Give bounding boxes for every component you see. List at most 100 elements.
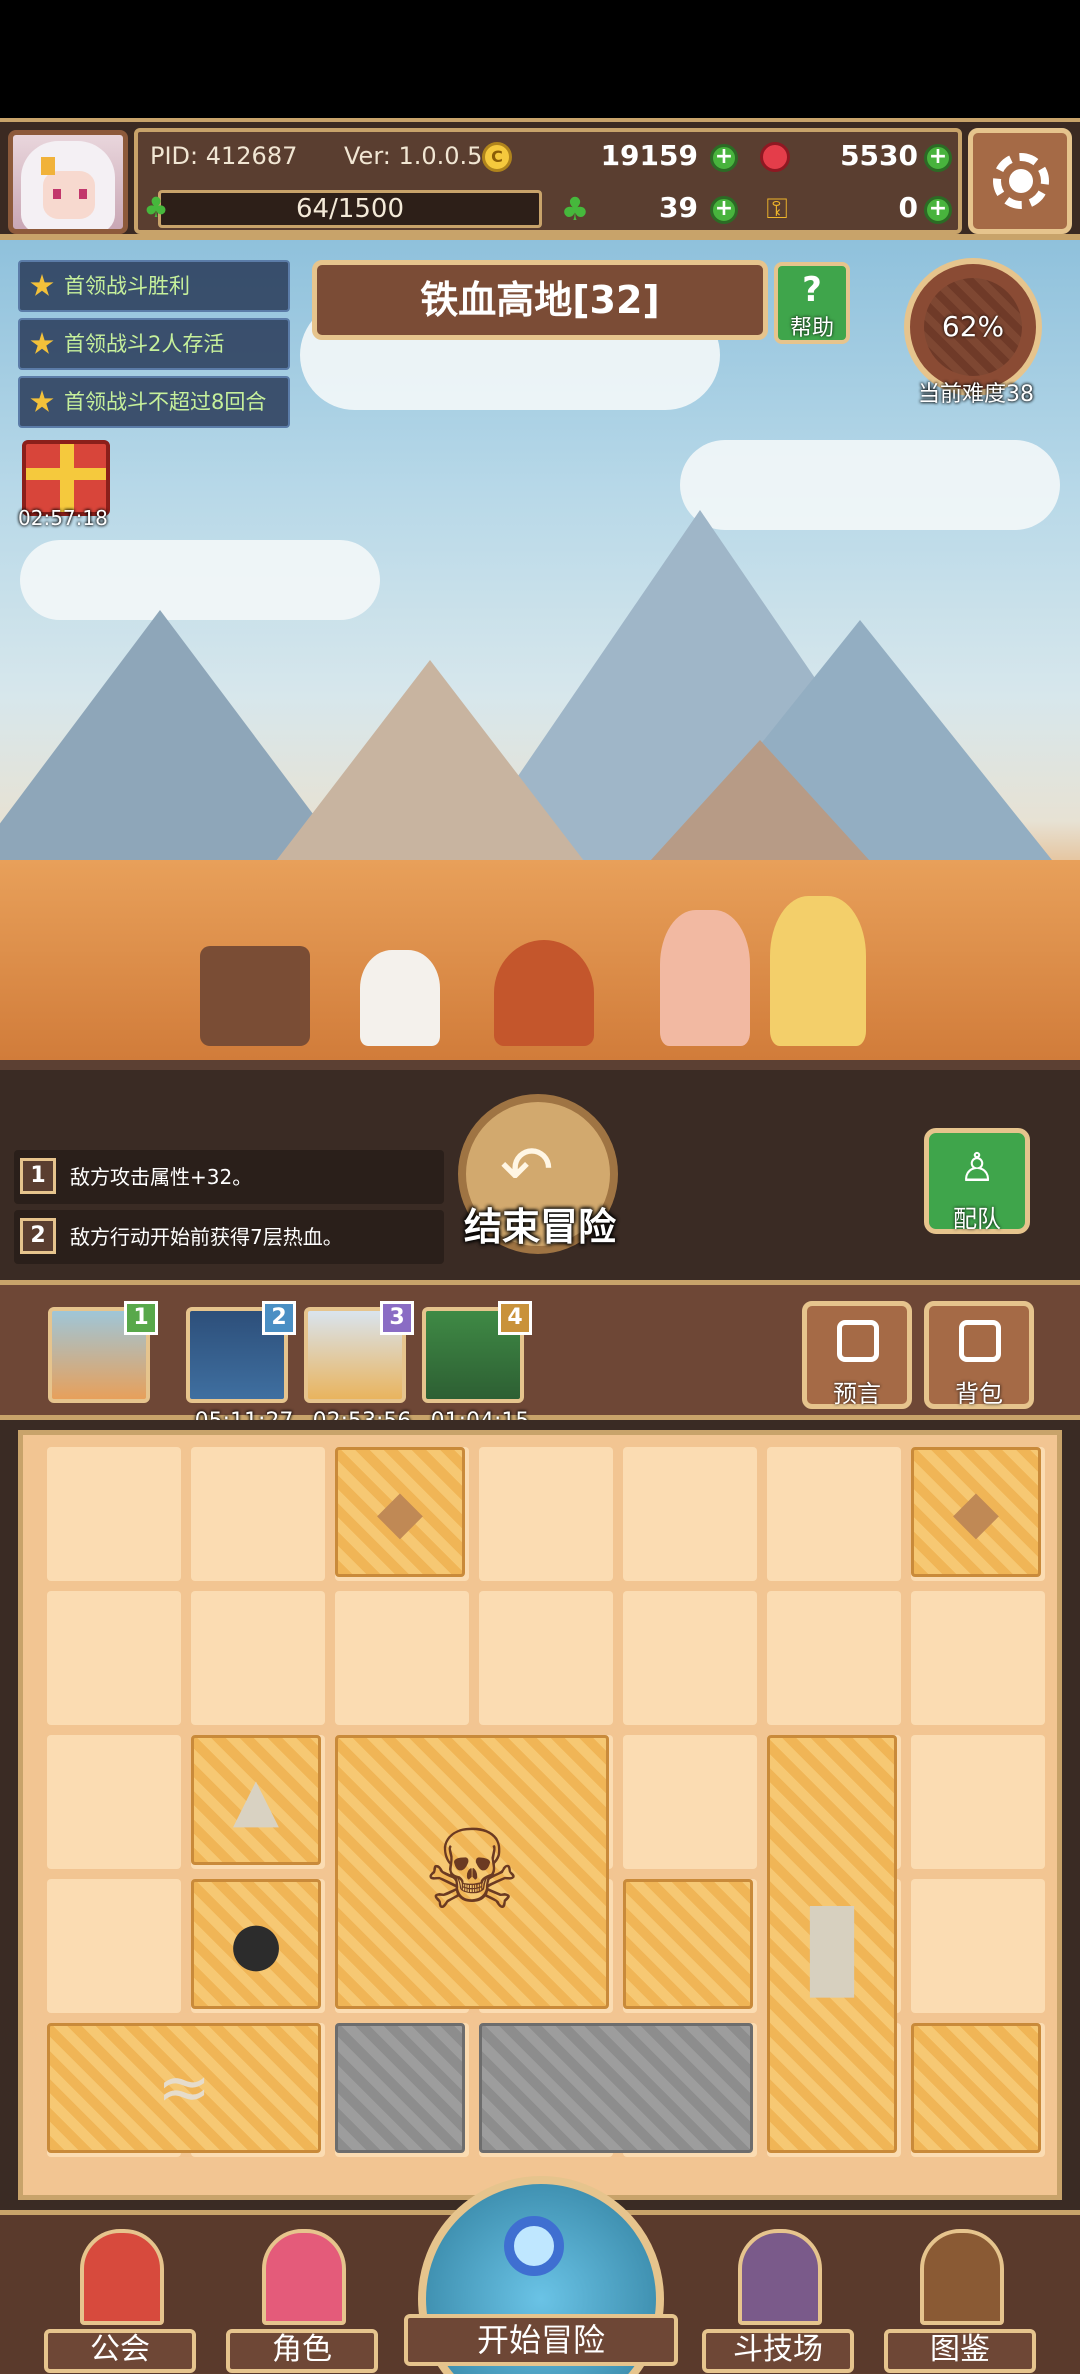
map-tile-2[interactable]: 2 05:11:27 bbox=[186, 1301, 296, 1434]
board-cell[interactable] bbox=[911, 1591, 1045, 1725]
guild-house-icon bbox=[80, 2229, 164, 2325]
resource-header: PID: 412687 Ver: 1.0.0.5 C 19159 + 5530 … bbox=[0, 118, 1080, 240]
quest-item[interactable]: 首领战斗胜利 bbox=[18, 260, 290, 312]
character-icon bbox=[262, 2229, 346, 2325]
nav-arena[interactable]: 斗技场 bbox=[698, 2229, 858, 2374]
crystal-icon: ◆ bbox=[952, 1477, 1000, 1547]
board-cell[interactable] bbox=[911, 1879, 1045, 2013]
stone-tile[interactable] bbox=[479, 2023, 753, 2153]
add-gem-button[interactable]: + bbox=[924, 144, 952, 172]
gift-box-button[interactable] bbox=[22, 440, 110, 516]
board-cell[interactable] bbox=[335, 1591, 469, 1725]
map-badge: 4 bbox=[498, 1301, 532, 1335]
add-clover-button[interactable]: + bbox=[710, 196, 738, 224]
exploration-board-area: ◆ ◆ ▲ ● ☠ ▮ ≈ bbox=[0, 1420, 1080, 2210]
quest-item[interactable]: 首领战斗不超过8回合 bbox=[18, 376, 290, 428]
boss-camp-tile[interactable]: ☠ bbox=[335, 1735, 609, 2009]
board-cell[interactable] bbox=[47, 1735, 181, 1869]
add-gold-button[interactable]: + bbox=[710, 144, 738, 172]
exploration-board: ◆ ◆ ▲ ● ☠ ▮ ≈ bbox=[18, 1430, 1062, 2200]
cauldron-tile[interactable]: ● bbox=[191, 1879, 321, 2009]
gold-coin-icon: C bbox=[482, 142, 512, 172]
nav-character[interactable]: 角色 bbox=[222, 2229, 382, 2374]
board-cell[interactable] bbox=[767, 1591, 901, 1725]
end-adventure-label: 结束冒险 bbox=[463, 1205, 616, 1249]
stage-name: 铁血高地[32] bbox=[420, 278, 660, 322]
board-cell[interactable] bbox=[191, 1447, 325, 1581]
add-key-button[interactable]: + bbox=[924, 196, 952, 224]
sand-tile[interactable] bbox=[623, 1879, 753, 2009]
map-tile-1[interactable]: 1 bbox=[48, 1301, 158, 1403]
crystal-tile[interactable]: ◆ bbox=[911, 1447, 1041, 1577]
board-cell[interactable] bbox=[47, 1879, 181, 2013]
map-badge: 3 bbox=[380, 1301, 414, 1335]
difficulty-label: 当前难度38 bbox=[918, 382, 1034, 407]
difficulty-percent: 62% bbox=[941, 310, 1005, 343]
effect-item: 2 敌方行动开始前获得7层热血。 bbox=[14, 1210, 444, 1264]
stone-tile[interactable] bbox=[335, 2023, 465, 2153]
settings-button[interactable] bbox=[968, 128, 1072, 234]
status-bar-area bbox=[0, 0, 1080, 118]
crossed-swords-icon bbox=[738, 2229, 822, 2325]
board-cell[interactable] bbox=[623, 1447, 757, 1581]
player-id: PID: 412687 bbox=[150, 142, 298, 170]
star-icon bbox=[30, 390, 54, 412]
board-cell[interactable] bbox=[767, 1447, 901, 1581]
gold-amount: 19159 bbox=[600, 139, 698, 172]
cauldron-icon: ● bbox=[229, 1909, 283, 1979]
book-icon bbox=[920, 2229, 1004, 2325]
bones-tile[interactable]: ≈ bbox=[47, 2023, 321, 2153]
board-cell[interactable] bbox=[47, 1591, 181, 1725]
gift-timer: 02:57:18 bbox=[18, 506, 108, 530]
blonde-knight-hero bbox=[770, 896, 866, 1046]
board-cell[interactable] bbox=[47, 1447, 181, 1581]
help-icon: ? bbox=[802, 270, 822, 310]
star-icon bbox=[30, 332, 54, 354]
nav-start-adventure[interactable]: 开始冒险 bbox=[404, 2176, 678, 2374]
clover-icon: ♣ bbox=[560, 190, 590, 228]
crystal-tile[interactable]: ◆ bbox=[335, 1447, 465, 1577]
gem-amount: 5530 bbox=[840, 139, 918, 172]
fox-girl-hero bbox=[660, 910, 750, 1046]
team-button[interactable]: ♙ 配队 bbox=[924, 1128, 1030, 1234]
monkey-hero bbox=[494, 940, 594, 1046]
skull-camp-icon: ☠ bbox=[422, 1806, 522, 1934]
game-version: Ver: 1.0.0.5 bbox=[344, 142, 483, 170]
adventure-scene: 首领战斗胜利 首领战斗2人存活 首领战斗不超过8回合 02:57:18 铁血高地… bbox=[0, 240, 1080, 1070]
quest-item[interactable]: 首领战斗2人存活 bbox=[18, 318, 290, 370]
crystal-icon: ◆ bbox=[376, 1477, 424, 1547]
help-button[interactable]: ? 帮助 bbox=[774, 262, 850, 344]
map-badge: 1 bbox=[124, 1301, 158, 1335]
nav-codex[interactable]: 图鉴 bbox=[880, 2229, 1040, 2374]
effect-item: 1 敌方攻击属性+32。 bbox=[14, 1150, 444, 1204]
shrine-icon: ▲ bbox=[232, 1765, 280, 1835]
sand-tile[interactable] bbox=[911, 2023, 1041, 2153]
gem-icon bbox=[760, 142, 790, 172]
key-amount: 0 bbox=[898, 191, 918, 224]
magnifier-icon bbox=[504, 2216, 564, 2276]
bear-companion bbox=[200, 946, 310, 1046]
board-cell[interactable] bbox=[191, 1591, 325, 1725]
player-avatar[interactable] bbox=[8, 130, 128, 234]
star-icon bbox=[30, 274, 54, 296]
map-tile-3[interactable]: 3 02:53:56 bbox=[304, 1301, 414, 1434]
board-cell[interactable] bbox=[479, 1591, 613, 1725]
backpack-button[interactable]: 背包 bbox=[924, 1301, 1034, 1409]
nav-guild[interactable]: 公会 bbox=[40, 2229, 200, 2374]
key-icon: ⚿ bbox=[766, 192, 788, 225]
board-cell[interactable] bbox=[911, 1735, 1045, 1869]
board-cell[interactable] bbox=[479, 1447, 613, 1581]
pillar-tile[interactable]: ▮ bbox=[767, 1735, 897, 2153]
prophecy-button[interactable]: 预言 bbox=[802, 1301, 912, 1409]
stage-banner: 铁血高地[32] bbox=[312, 260, 768, 340]
map-badge: 2 bbox=[262, 1301, 296, 1335]
pillar-icon: ▮ bbox=[798, 1873, 866, 2012]
board-cell[interactable] bbox=[623, 1591, 757, 1725]
white-cat-hero bbox=[360, 950, 440, 1046]
shrine-tile[interactable]: ▲ bbox=[191, 1735, 321, 1865]
map-tile-4[interactable]: 4 01:04:15 bbox=[422, 1301, 532, 1434]
backpack-icon bbox=[959, 1320, 1001, 1362]
map-selector-bar: 1 2 05:11:27 3 02:53:56 4 01:04:15 预言 背包 bbox=[0, 1280, 1080, 1434]
bones-icon: ≈ bbox=[157, 2051, 211, 2125]
board-cell[interactable] bbox=[623, 1735, 757, 1869]
